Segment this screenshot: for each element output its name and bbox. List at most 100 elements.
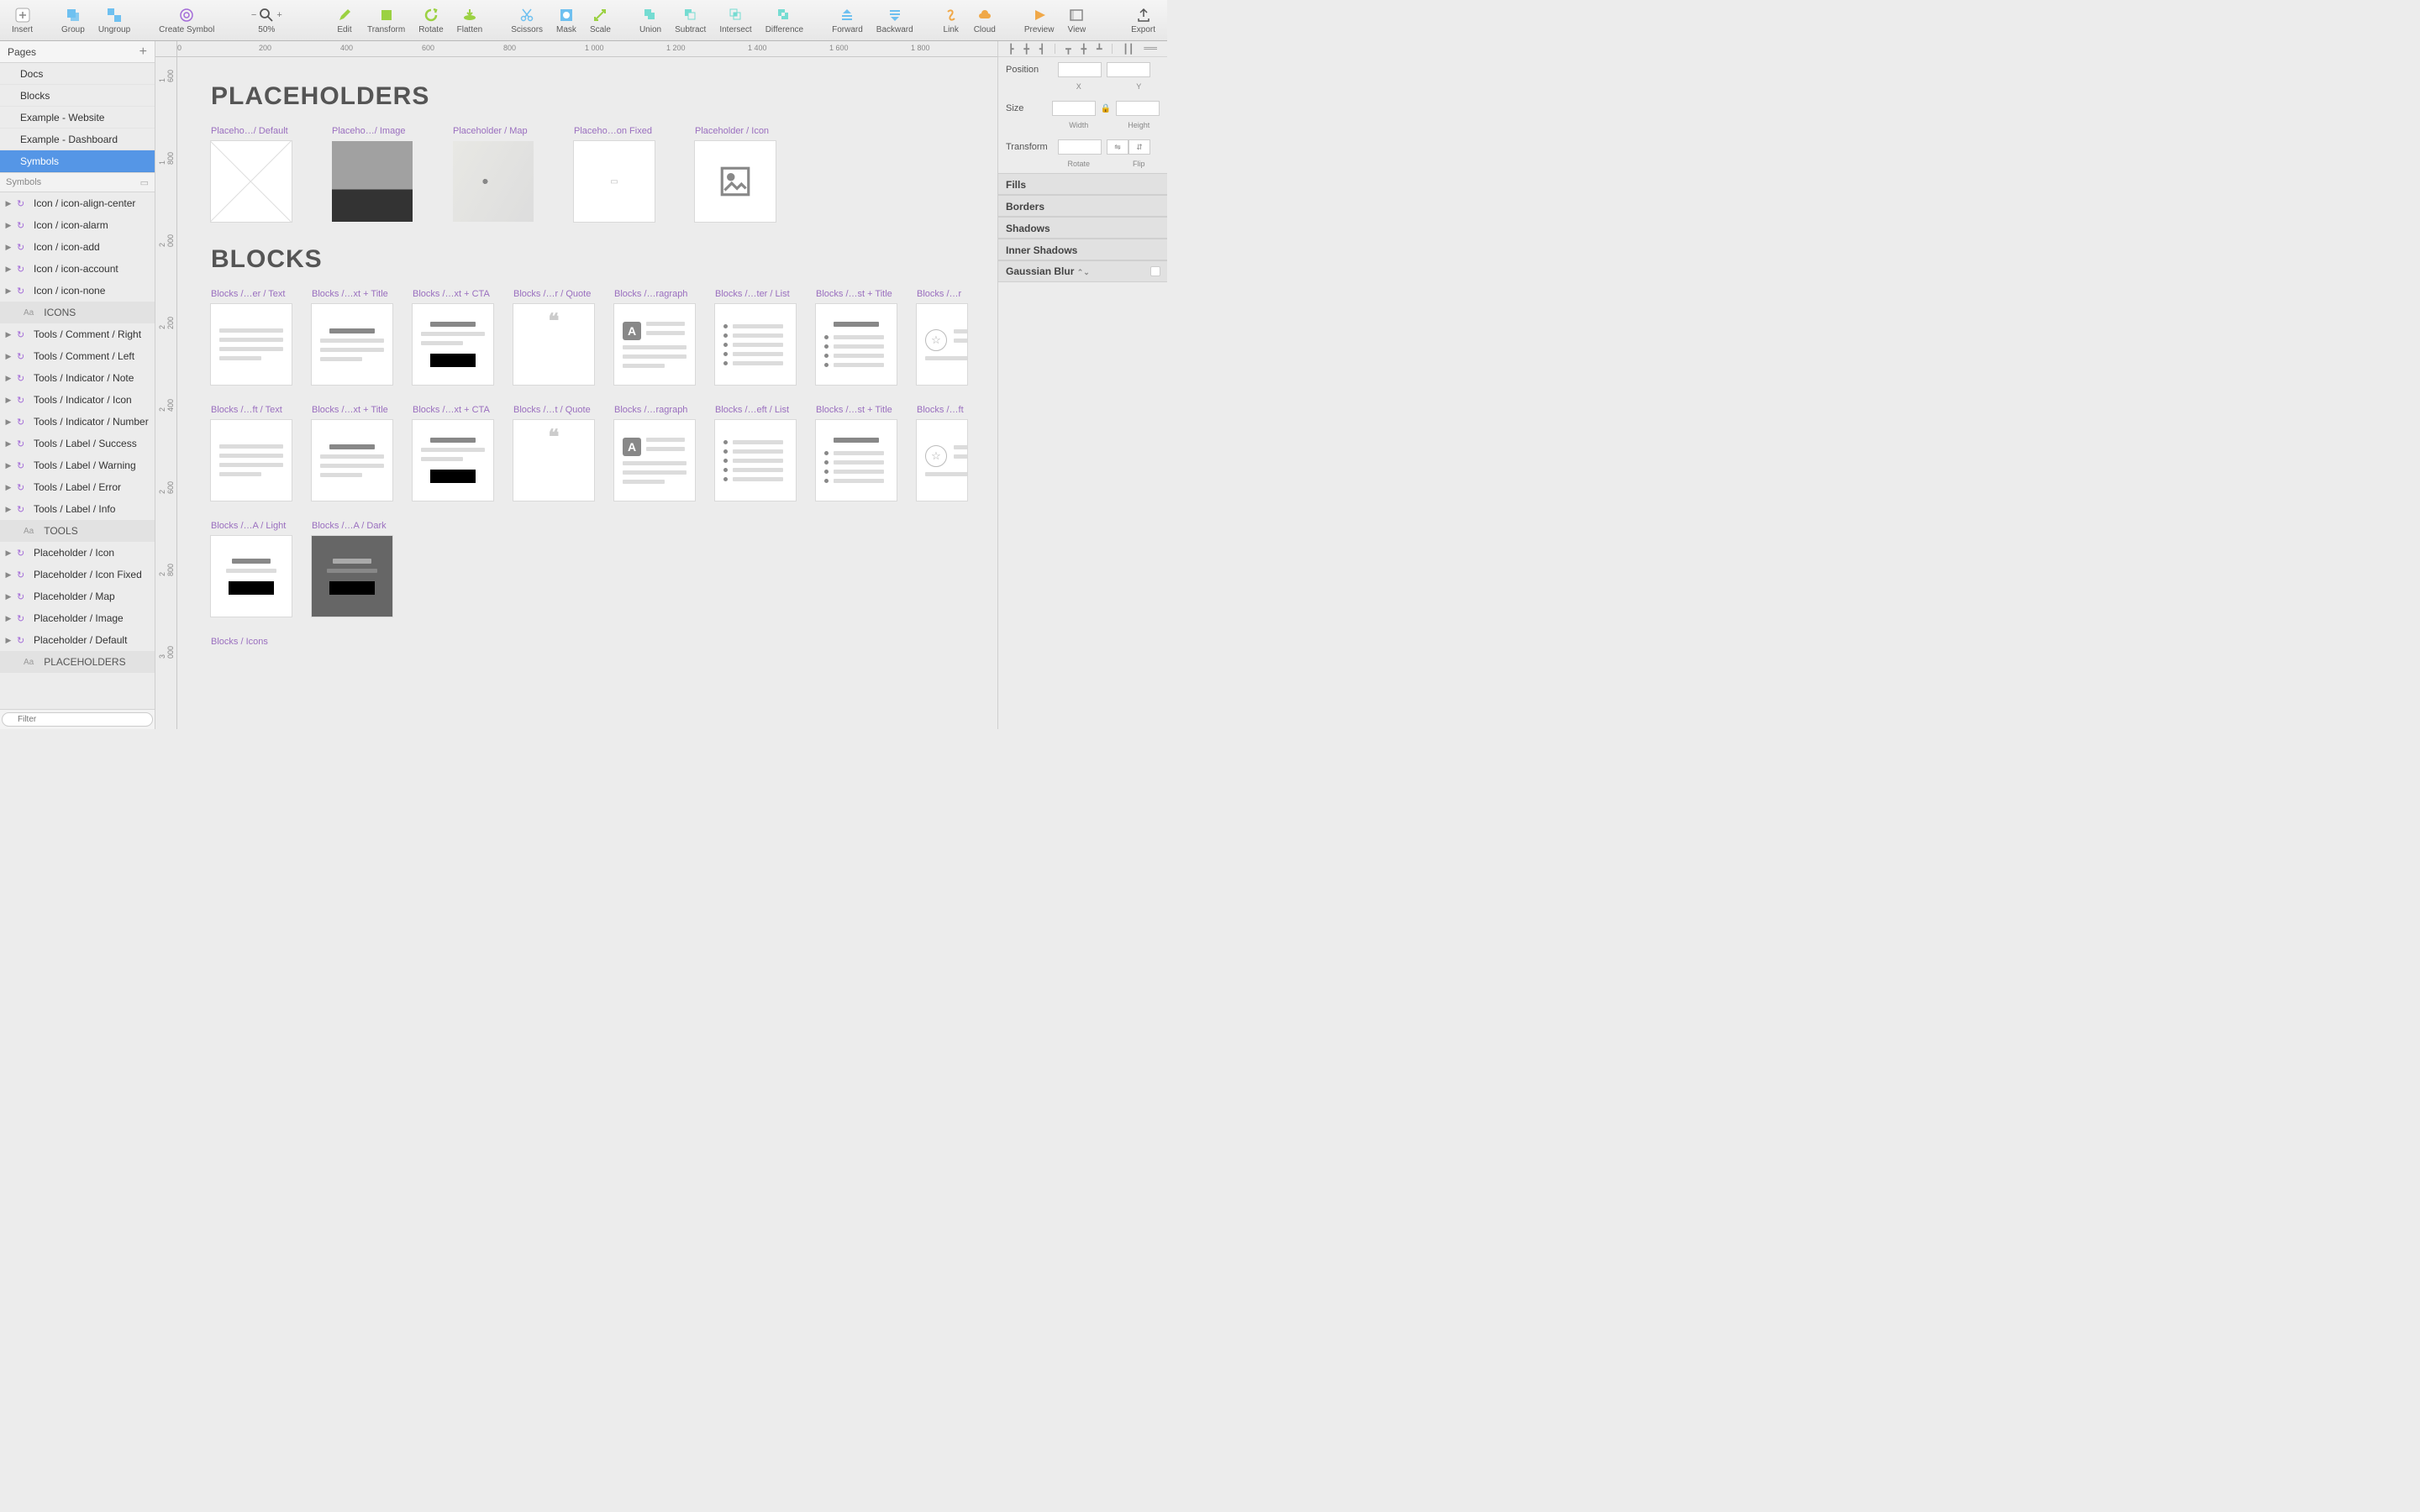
- layer-group-header[interactable]: AaPLACEHOLDERS: [0, 651, 155, 673]
- mask-button[interactable]: Mask: [551, 3, 581, 38]
- disclosure-triangle-icon[interactable]: ▶: [5, 439, 12, 449]
- layer-row[interactable]: ▶↻Tools / Label / Warning: [0, 454, 155, 476]
- disclosure-triangle-icon[interactable]: ▶: [5, 636, 12, 645]
- artboard-thumb[interactable]: [715, 304, 796, 385]
- artboard-thumb[interactable]: ❝: [513, 420, 594, 501]
- flatten-button[interactable]: Flatten: [452, 3, 488, 38]
- inner-shadows-section[interactable]: Inner Shadows: [998, 239, 1167, 260]
- layer-row[interactable]: ▶↻Tools / Indicator / Icon: [0, 389, 155, 411]
- view-button[interactable]: View: [1062, 3, 1091, 38]
- artboard-thumb[interactable]: [312, 420, 392, 501]
- artboard[interactable]: Blocks /…st + Title: [816, 289, 897, 385]
- artboard-label[interactable]: Placeholder / Icon: [695, 126, 776, 136]
- artboard-label[interactable]: Blocks /…ragraph: [614, 289, 695, 299]
- artboard-label[interactable]: Blocks /…r: [917, 289, 997, 299]
- difference-button[interactable]: Difference: [760, 3, 808, 38]
- layer-row[interactable]: ▶↻Placeholder / Icon Fixed: [0, 564, 155, 585]
- disclosure-triangle-icon[interactable]: ▶: [5, 570, 12, 580]
- blur-checkbox[interactable]: [1150, 266, 1160, 276]
- backward-button[interactable]: Backward: [871, 3, 918, 38]
- fills-section[interactable]: Fills: [998, 173, 1167, 195]
- layer-row[interactable]: ▶↻Tools / Indicator / Note: [0, 367, 155, 389]
- artboard-label[interactable]: Blocks /…ft / Text: [211, 405, 292, 415]
- add-page-button[interactable]: +: [139, 45, 147, 59]
- disclosure-triangle-icon[interactable]: ▶: [5, 243, 12, 252]
- artboard[interactable]: Blocks /…st + Title: [816, 405, 897, 501]
- artboard-thumb[interactable]: [312, 536, 392, 617]
- layer-row[interactable]: ▶↻Placeholder / Image: [0, 607, 155, 629]
- artboard-thumb[interactable]: ☆: [917, 420, 967, 501]
- artboard-label[interactable]: Placeho…on Fixed: [574, 126, 655, 136]
- group-button[interactable]: Group: [56, 3, 90, 38]
- artboard[interactable]: Placeholder / Icon: [695, 126, 776, 222]
- intersect-button[interactable]: Intersect: [714, 3, 756, 38]
- layer-group-header[interactable]: AaTOOLS: [0, 520, 155, 542]
- artboard-label[interactable]: Placeho…/ Default: [211, 126, 292, 136]
- artboard[interactable]: Blocks /…er / Text: [211, 289, 292, 385]
- zoom-control[interactable]: − +50%: [238, 3, 295, 38]
- layer-row[interactable]: ▶↻Tools / Comment / Right: [0, 323, 155, 345]
- artboard-label[interactable]: Blocks / Icons: [211, 637, 268, 647]
- artboard-label[interactable]: Placeholder / Map: [453, 126, 534, 136]
- layer-group-header[interactable]: AaICONS: [0, 302, 155, 323]
- disclosure-triangle-icon[interactable]: ▶: [5, 505, 12, 514]
- artboard[interactable]: Blocks /…ft ☆: [917, 405, 997, 501]
- artboard-label[interactable]: Blocks /…ft: [917, 405, 997, 415]
- height-input[interactable]: [1116, 101, 1160, 116]
- artboard[interactable]: Blocks /…A / Dark: [312, 521, 392, 617]
- layer-row[interactable]: ▶↻Tools / Label / Info: [0, 498, 155, 520]
- layer-row[interactable]: ▶↻Tools / Label / Error: [0, 476, 155, 498]
- chevron-updown-icon[interactable]: ⌃⌄: [1077, 268, 1090, 276]
- artboard-label[interactable]: Blocks /…t / Quote: [513, 405, 594, 415]
- forward-button[interactable]: Forward: [827, 3, 868, 38]
- artboard-thumb[interactable]: [211, 420, 292, 501]
- create-symbol-button[interactable]: Create Symbol: [154, 3, 219, 38]
- artboard-thumb[interactable]: [413, 304, 493, 385]
- disclosure-triangle-icon[interactable]: ▶: [5, 549, 12, 558]
- disclosure-triangle-icon[interactable]: ▶: [5, 265, 12, 274]
- filter-input[interactable]: [2, 712, 153, 727]
- ungroup-button[interactable]: Ungroup: [93, 3, 135, 38]
- disclosure-triangle-icon[interactable]: ▶: [5, 592, 12, 601]
- artboard-thumb[interactable]: [715, 420, 796, 501]
- disclosure-triangle-icon[interactable]: ▶: [5, 330, 12, 339]
- artboard-thumb[interactable]: [413, 420, 493, 501]
- canvas[interactable]: PLACEHOLDERS Placeho…/ DefaultPlaceho…/ …: [177, 57, 997, 729]
- artboard-label[interactable]: Blocks /…xt + CTA: [413, 405, 493, 415]
- gaussian-blur-section[interactable]: Gaussian Blur ⌃⌄: [998, 260, 1167, 282]
- transform-button[interactable]: Transform: [362, 3, 410, 38]
- artboard-label[interactable]: Blocks /…st + Title: [816, 405, 897, 415]
- artboard-thumb[interactable]: [211, 141, 292, 222]
- artboard-label[interactable]: Blocks /…ragraph: [614, 405, 695, 415]
- artboard-thumb[interactable]: [816, 304, 897, 385]
- artboard-label[interactable]: Blocks /…xt + Title: [312, 405, 392, 415]
- artboard[interactable]: Blocks /…eft / List: [715, 405, 796, 501]
- link-button[interactable]: Link: [937, 3, 965, 38]
- disclosure-triangle-icon[interactable]: ▶: [5, 417, 12, 427]
- layer-row[interactable]: ▶↻Icon / icon-none: [0, 280, 155, 302]
- artboard-thumb[interactable]: [312, 304, 392, 385]
- artboard-label[interactable]: Blocks /…xt + Title: [312, 289, 392, 299]
- artboard[interactable]: Placeho…/ Image: [332, 126, 413, 222]
- lock-icon[interactable]: 🔒: [1101, 104, 1111, 113]
- artboard-thumb[interactable]: ▭: [574, 141, 655, 222]
- borders-section[interactable]: Borders: [998, 195, 1167, 217]
- artboard-label[interactable]: Blocks /…ter / List: [715, 289, 796, 299]
- insert-button[interactable]: Insert: [7, 3, 38, 38]
- position-x-input[interactable]: [1058, 62, 1102, 77]
- align-hcenter-icon[interactable]: ╋: [1023, 44, 1029, 55]
- export-button[interactable]: Export: [1126, 3, 1160, 38]
- artboard-thumb[interactable]: A: [614, 304, 695, 385]
- artboard[interactable]: Blocks /…xt + Title: [312, 289, 392, 385]
- layer-row[interactable]: ▶↻Tools / Label / Success: [0, 433, 155, 454]
- artboard[interactable]: Blocks /…xt + CTA: [413, 405, 493, 501]
- artboard[interactable]: Blocks /…r / Quote❝: [513, 289, 594, 385]
- artboard-label[interactable]: Blocks /…A / Dark: [312, 521, 392, 531]
- align-vcenter-icon[interactable]: ╋: [1081, 44, 1087, 55]
- disclosure-triangle-icon[interactable]: ▶: [5, 221, 12, 230]
- artboard[interactable]: Blocks /…xt + CTA: [413, 289, 493, 385]
- disclosure-triangle-icon[interactable]: ▶: [5, 614, 12, 623]
- symbols-toggle-icon[interactable]: ▭: [140, 177, 149, 188]
- preview-button[interactable]: Preview: [1019, 3, 1060, 38]
- distribute-v-icon[interactable]: ══: [1144, 44, 1157, 54]
